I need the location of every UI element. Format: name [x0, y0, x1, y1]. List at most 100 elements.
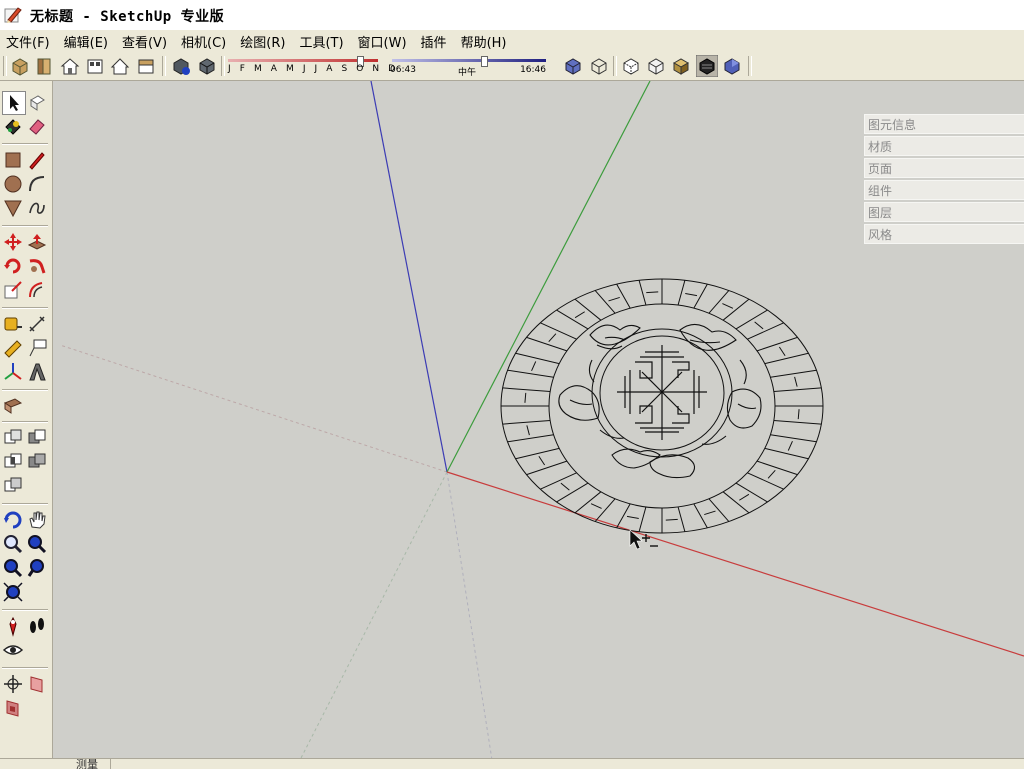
xray-view-icon[interactable]	[562, 55, 584, 77]
eraser-icon[interactable]	[26, 115, 48, 137]
dimension-icon[interactable]	[26, 313, 48, 335]
axis-green-negative	[300, 471, 448, 758]
freehand-icon[interactable]	[26, 197, 48, 219]
move-icon[interactable]	[2, 231, 24, 253]
hidden-line-icon[interactable]	[620, 55, 642, 77]
section-axis-icon[interactable]	[2, 673, 24, 695]
zoom-icon[interactable]	[2, 533, 24, 555]
paint-bucket-icon[interactable]	[2, 115, 24, 137]
tray-styles[interactable]: 风格	[864, 224, 1024, 244]
monochrome-icon[interactable]	[696, 55, 718, 77]
front-view-icon[interactable]	[33, 55, 55, 77]
tile-divider	[722, 298, 750, 321]
section-cut-icon[interactable]	[2, 697, 24, 719]
union-icon[interactable]	[2, 427, 24, 449]
iso-view-icon[interactable]	[9, 55, 31, 77]
month-slider-track[interactable]	[228, 59, 378, 62]
trim-icon[interactable]	[26, 451, 48, 473]
circle-icon[interactable]	[2, 173, 24, 195]
shaded-textures-icon[interactable]	[670, 55, 692, 77]
subtract-icon[interactable]	[26, 427, 48, 449]
axis-red-negative	[59, 344, 448, 473]
right-view-icon[interactable]	[84, 55, 106, 77]
toolbar-grip[interactable]	[3, 56, 7, 76]
select-arrow-icon[interactable]	[2, 91, 26, 115]
xray-shaded-icon[interactable]	[721, 55, 743, 77]
walk-footprints-icon[interactable]	[26, 615, 48, 637]
time-end-label: 16:46	[520, 65, 546, 75]
tile-subdivision	[548, 333, 557, 343]
position-camera-icon[interactable]	[2, 615, 24, 637]
section-display-icon[interactable]	[26, 673, 48, 695]
3d-text-icon[interactable]	[26, 361, 48, 383]
tray-components[interactable]: 组件	[864, 180, 1024, 200]
tray-layers[interactable]: 图层	[864, 202, 1024, 222]
tile-subdivision	[524, 392, 527, 403]
polygon-icon[interactable]	[2, 197, 24, 219]
look-around-eye-icon[interactable]	[2, 639, 24, 661]
tile-subdivision	[665, 518, 678, 521]
menu-plugins[interactable]: 插件	[415, 32, 455, 51]
rectangle-icon[interactable]	[2, 149, 24, 171]
tile-divider	[756, 336, 798, 352]
menu-window[interactable]: 窗口(W)	[352, 32, 415, 51]
menu-tools[interactable]: 工具(T)	[293, 32, 351, 51]
text-label-icon[interactable]	[26, 337, 48, 359]
wireframe-icon[interactable]	[588, 55, 610, 77]
menu-view[interactable]: 查看(V)	[116, 32, 175, 51]
tile-divider	[616, 503, 631, 529]
tile-divider	[515, 352, 560, 365]
scale-icon[interactable]	[2, 279, 24, 301]
axes-icon[interactable]	[2, 361, 24, 383]
tray-entity-info[interactable]: 图元信息	[864, 114, 1024, 134]
intersect-icon[interactable]	[2, 451, 24, 473]
shadows-toggle-icon[interactable]	[196, 55, 218, 77]
offset-icon[interactable]	[26, 279, 48, 301]
split-icon[interactable]	[2, 475, 24, 497]
medallion-model[interactable]	[500, 278, 824, 534]
previous-view-icon[interactable]	[2, 557, 24, 579]
zoom-extents-icon[interactable]	[2, 581, 24, 603]
tile-divider	[677, 506, 686, 532]
shadow-time-slider[interactable]: 06:43 中午 16:46	[390, 55, 550, 78]
push-pull-icon[interactable]	[26, 231, 48, 253]
tile-divider	[773, 387, 822, 392]
tile-subdivision	[722, 303, 734, 309]
tile-divider	[507, 434, 554, 443]
arc-icon[interactable]	[26, 173, 48, 195]
pencil-line-icon[interactable]	[26, 149, 48, 171]
rotate-icon[interactable]	[2, 255, 24, 277]
tile-subdivision	[794, 376, 798, 387]
pan-hand-icon[interactable]	[26, 509, 48, 531]
home-view-icon[interactable]	[59, 55, 81, 77]
zoom-window-icon[interactable]	[26, 533, 48, 555]
tray-materials[interactable]: 材质	[864, 136, 1024, 156]
left-view-icon[interactable]	[135, 55, 157, 77]
next-view-icon[interactable]	[26, 557, 48, 579]
shaded-icon[interactable]	[645, 55, 667, 77]
time-slider-thumb[interactable]	[481, 56, 489, 67]
tile-divider	[708, 498, 730, 522]
menu-draw[interactable]: 绘图(R)	[234, 32, 293, 51]
protractor-icon[interactable]	[2, 337, 24, 359]
back-view-icon[interactable]	[109, 55, 131, 77]
tile-subdivision	[560, 482, 570, 491]
time-noon-label: 中午	[458, 68, 477, 78]
window-title: 无标题 - SketchUp 专业版	[30, 9, 225, 25]
menu-edit[interactable]: 编辑(E)	[58, 32, 116, 51]
follow-me-icon[interactable]	[26, 255, 48, 277]
shadow-settings-icon[interactable]	[170, 55, 192, 77]
tray-scenes[interactable]: 页面	[864, 158, 1024, 178]
menu-camera[interactable]: 相机(C)	[175, 32, 234, 51]
time-slider-track[interactable]	[392, 59, 546, 62]
menu-file[interactable]: 文件(F)	[0, 32, 58, 51]
orbit-icon[interactable]	[2, 509, 24, 531]
tape-measure-icon[interactable]	[2, 313, 24, 335]
shadow-month-slider[interactable]: J F M A M J J A S O N D	[224, 55, 395, 77]
section-plane-icon[interactable]	[2, 395, 24, 417]
medallion-bat-motifs	[558, 323, 762, 479]
title-bar: 无标题 - SketchUp 专业版	[0, 0, 1024, 31]
make-component-icon[interactable]	[26, 91, 48, 113]
tile-divider	[594, 290, 616, 314]
menu-help[interactable]: 帮助(H)	[455, 32, 515, 51]
